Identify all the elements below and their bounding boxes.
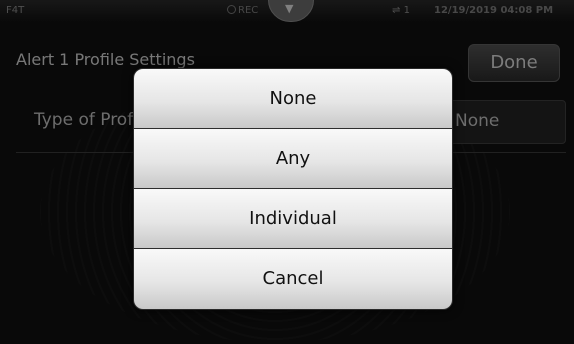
profile-type-picker: None Any Individual Cancel	[133, 68, 453, 310]
screen: F4T REC ▼ ⇌ 1 12/19/2019 04:08 PM Alert …	[0, 0, 574, 344]
option-individual[interactable]: Individual	[134, 189, 452, 249]
option-any[interactable]: Any	[134, 129, 452, 189]
cancel-button[interactable]: Cancel	[134, 249, 452, 309]
option-none[interactable]: None	[134, 69, 452, 129]
